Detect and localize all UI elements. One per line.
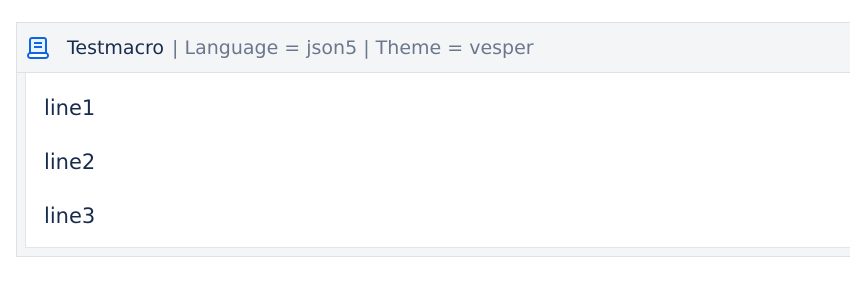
code-macro-panel: Testmacro | Language = json5 | Theme = v…	[16, 22, 850, 257]
macro-title: Testmacro	[67, 36, 165, 59]
scroll-icon	[25, 34, 53, 62]
code-line: line3	[44, 204, 96, 228]
code-line: line1	[44, 96, 96, 120]
macro-header: Testmacro | Language = json5 | Theme = v…	[17, 23, 850, 73]
code-line: line2	[44, 150, 96, 174]
code-content: line1 line2 line3	[25, 73, 850, 248]
macro-meta: | Language = json5 | Theme = vesper	[172, 36, 534, 59]
